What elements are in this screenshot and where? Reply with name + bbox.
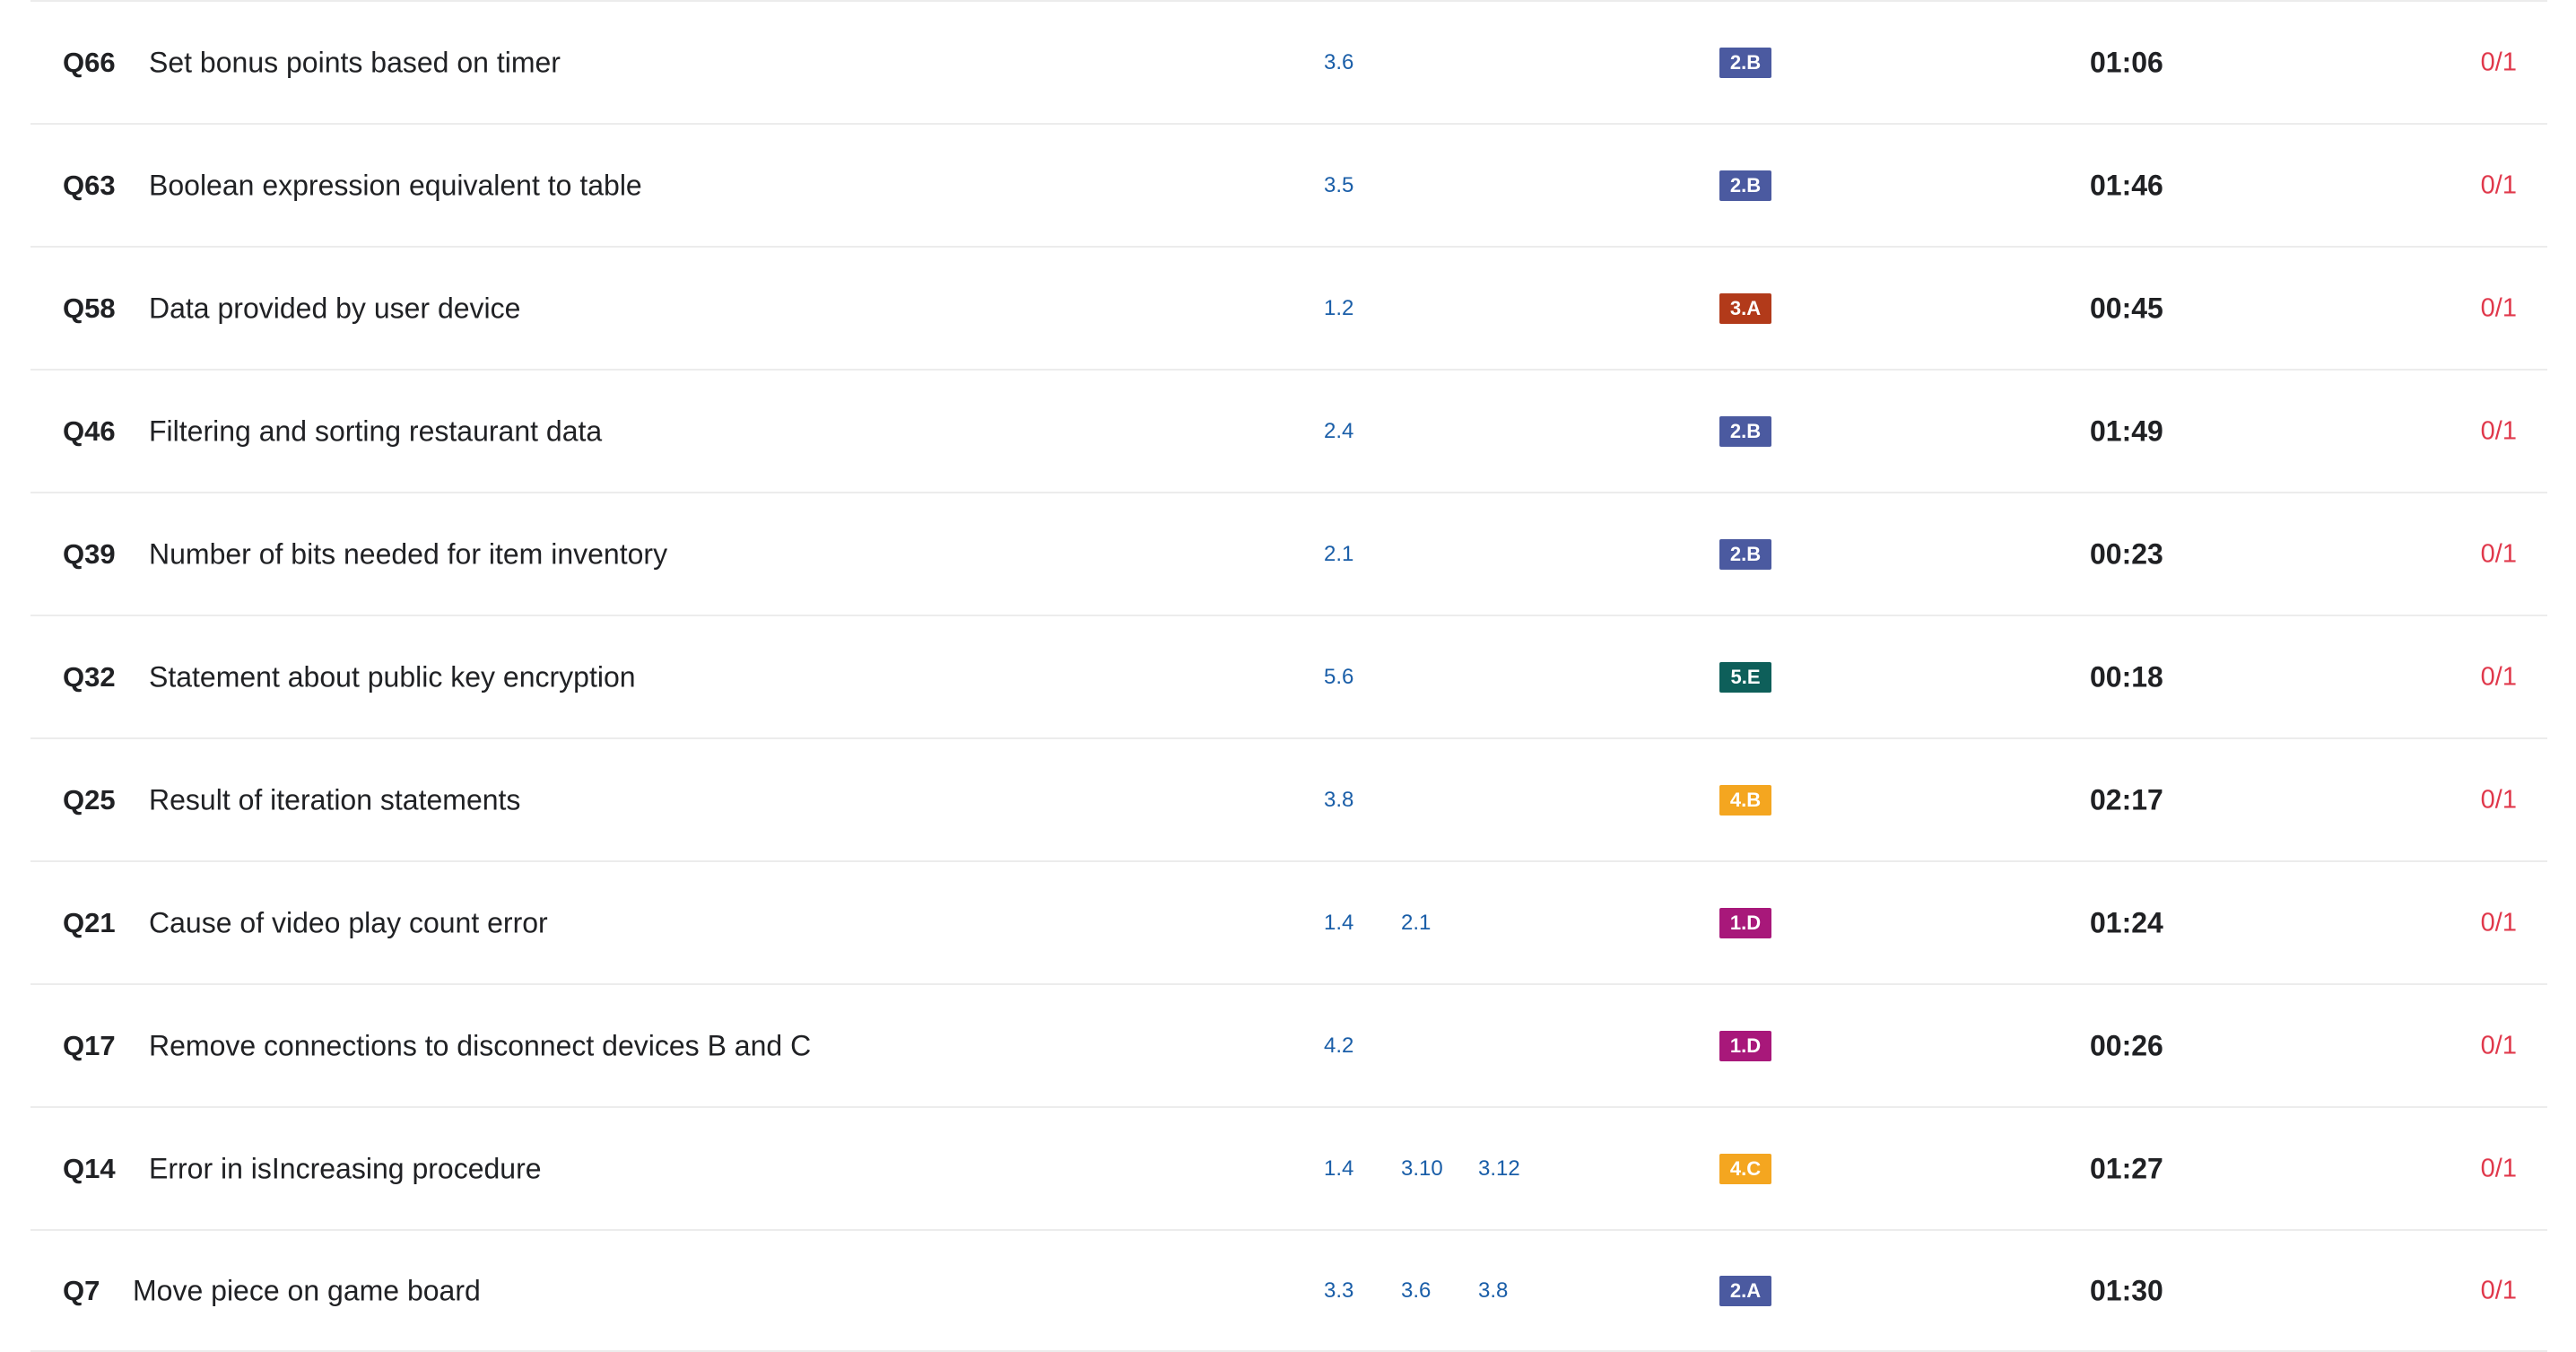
skill-badge: 4.B xyxy=(1719,784,1771,816)
time-spent: 01:30 xyxy=(2090,1274,2163,1306)
topic-link[interactable]: 2.1 xyxy=(1324,542,1401,567)
topic-link[interactable]: 3.6 xyxy=(1324,50,1401,75)
score: 0/1 xyxy=(2480,416,2517,445)
skill-badge: 2.B xyxy=(1719,415,1771,447)
time-spent: 02:17 xyxy=(2090,783,2163,816)
score: 0/1 xyxy=(2480,1276,2517,1304)
score: 0/1 xyxy=(2480,1154,2517,1182)
score: 0/1 xyxy=(2480,1031,2517,1060)
question-row[interactable]: Q58 Data provided by user device 1.2 3.A 00:… xyxy=(30,246,2547,369)
question-number: Q63 xyxy=(63,169,116,201)
topic-links: 3.5 xyxy=(1324,173,1401,198)
topic-links: 4.2 xyxy=(1324,1034,1401,1059)
topic-link[interactable]: 3.10 xyxy=(1401,1156,1478,1182)
question-number: Q21 xyxy=(63,906,116,938)
question-title[interactable]: Result of iteration statements xyxy=(149,783,520,816)
topic-link[interactable]: 3.12 xyxy=(1478,1156,1555,1182)
topic-link[interactable]: 1.2 xyxy=(1324,296,1401,321)
question-number: Q39 xyxy=(63,537,116,570)
time-spent: 01:27 xyxy=(2090,1152,2163,1184)
score: 0/1 xyxy=(2480,293,2517,322)
score: 0/1 xyxy=(2480,662,2517,691)
time-spent: 01:24 xyxy=(2090,906,2163,938)
topic-links: 3.6 xyxy=(1324,50,1401,75)
time-spent: 01:49 xyxy=(2090,414,2163,447)
question-number: Q46 xyxy=(63,414,116,447)
skill-badge: 2.B xyxy=(1719,47,1771,78)
question-title[interactable]: Data provided by user device xyxy=(149,292,520,325)
question-row[interactable]: Q14 Error in isIncreasing procedure 1.4 3.1… xyxy=(30,1106,2547,1229)
time-spent: 00:23 xyxy=(2090,537,2163,570)
topic-link[interactable]: 4.2 xyxy=(1324,1034,1401,1059)
question-number: Q66 xyxy=(63,46,116,78)
topic-links: 3.3 3.6 3.8 xyxy=(1324,1278,1555,1304)
question-row[interactable]: Q21 Cause of video play count error 1.4 2.1… xyxy=(30,860,2547,983)
skill-badge: 2.B xyxy=(1719,170,1771,201)
question-number: Q58 xyxy=(63,292,116,324)
question-number: Q32 xyxy=(63,660,116,693)
time-spent: 00:18 xyxy=(2090,660,2163,693)
time-spent: 01:46 xyxy=(2090,169,2163,201)
topic-link[interactable]: 2.1 xyxy=(1401,911,1478,936)
question-title[interactable]: Number of bits needed for item inventory xyxy=(149,537,667,571)
topic-links: 5.6 xyxy=(1324,665,1401,690)
score: 0/1 xyxy=(2480,48,2517,76)
question-row[interactable]: Q66 Set bonus points based on timer 3.6 2.B… xyxy=(30,0,2547,123)
question-row[interactable]: Q25 Result of iteration statements 3.8 4.B 0… xyxy=(30,737,2547,860)
topic-links: 2.4 xyxy=(1324,419,1401,444)
topic-links: 1.4 2.1 xyxy=(1324,911,1478,936)
time-spent: 01:06 xyxy=(2090,46,2163,78)
question-row[interactable]: Q7 Move piece on game board 3.3 3.6 3.8 2.A 01… xyxy=(30,1229,2547,1352)
question-title[interactable]: Remove connections to disconnect devices… xyxy=(149,1029,811,1062)
skill-badge: 2.B xyxy=(1719,538,1771,570)
question-number: Q7 xyxy=(63,1274,100,1306)
question-number: Q25 xyxy=(63,783,116,816)
question-row[interactable]: Q32 Statement about public key encryption… xyxy=(30,615,2547,737)
skill-badge: 2.A xyxy=(1719,1275,1771,1306)
score: 0/1 xyxy=(2480,170,2517,199)
score: 0/1 xyxy=(2480,539,2517,568)
question-row[interactable]: Q39 Number of bits needed for item invent… xyxy=(30,492,2547,615)
question-title[interactable]: Cause of video play count error xyxy=(149,906,548,939)
question-number: Q14 xyxy=(63,1152,116,1184)
skill-badge: 3.A xyxy=(1719,292,1771,324)
question-title[interactable]: Statement about public key encryption xyxy=(149,660,636,693)
skill-badge: 4.C xyxy=(1719,1153,1771,1184)
skill-badge: 1.D xyxy=(1719,1030,1771,1061)
topic-link[interactable]: 3.8 xyxy=(1478,1278,1555,1304)
topic-link[interactable]: 3.8 xyxy=(1324,788,1401,813)
question-row[interactable]: Q17 Remove connections to disconnect devi… xyxy=(30,983,2547,1106)
question-number: Q17 xyxy=(63,1029,116,1061)
skill-badge: 5.E xyxy=(1719,661,1771,693)
topic-link[interactable]: 1.4 xyxy=(1324,1156,1401,1182)
topic-link[interactable]: 5.6 xyxy=(1324,665,1401,690)
question-title[interactable]: Move piece on game board xyxy=(133,1274,481,1307)
topic-link[interactable]: 3.3 xyxy=(1324,1278,1401,1304)
topic-links: 2.1 xyxy=(1324,542,1401,567)
skill-badge: 1.D xyxy=(1719,907,1771,938)
question-title[interactable]: Set bonus points based on timer xyxy=(149,46,561,79)
time-spent: 00:26 xyxy=(2090,1029,2163,1061)
topic-link[interactable]: 1.4 xyxy=(1324,911,1401,936)
question-title[interactable]: Filtering and sorting restaurant data xyxy=(149,414,602,448)
question-title[interactable]: Error in isIncreasing procedure xyxy=(149,1152,542,1185)
topic-links: 1.4 3.10 3.12 xyxy=(1324,1156,1555,1182)
score: 0/1 xyxy=(2480,785,2517,814)
question-title[interactable]: Boolean expression equivalent to table xyxy=(149,169,642,202)
topic-link[interactable]: 2.4 xyxy=(1324,419,1401,444)
question-row[interactable]: Q46 Filtering and sorting restaurant data… xyxy=(30,369,2547,492)
question-row[interactable]: Q63 Boolean expression equivalent to tabl… xyxy=(30,123,2547,246)
topic-links: 3.8 xyxy=(1324,788,1401,813)
topic-links: 1.2 xyxy=(1324,296,1401,321)
topic-link[interactable]: 3.5 xyxy=(1324,173,1401,198)
question-results-list: Q66 Set bonus points based on timer 3.6 2.B… xyxy=(30,0,2547,1352)
score: 0/1 xyxy=(2480,908,2517,937)
topic-link[interactable]: 3.6 xyxy=(1401,1278,1478,1304)
time-spent: 00:45 xyxy=(2090,292,2163,324)
